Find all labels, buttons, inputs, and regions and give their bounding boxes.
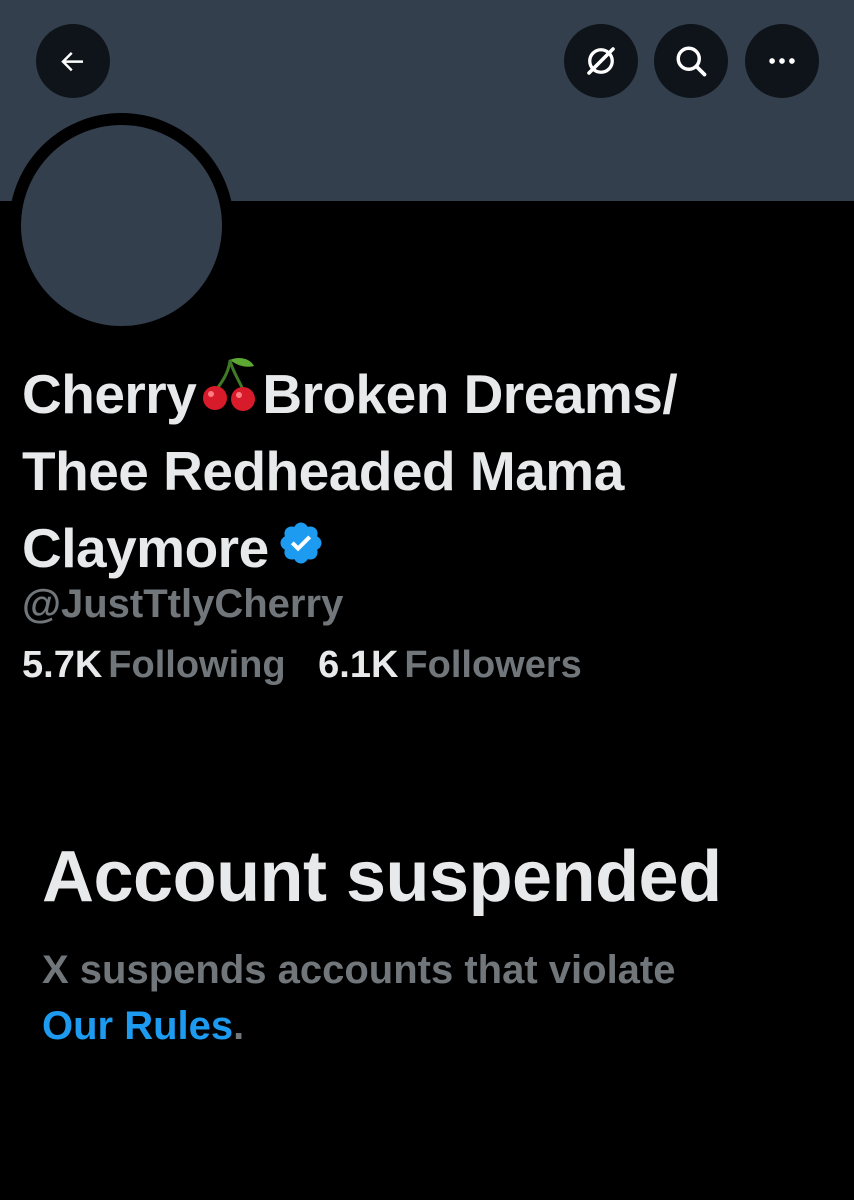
following-label: Following xyxy=(108,644,286,686)
suspended-message: X suspends accounts that violate Our Rul… xyxy=(42,942,832,1054)
more-horizontal-icon xyxy=(769,58,795,64)
profile-handle: @JustTtlyCherry xyxy=(22,582,344,626)
following-count: 5.7K xyxy=(22,644,103,686)
suspended-title: Account suspended xyxy=(42,837,722,917)
verified-badge-icon[interactable] xyxy=(277,510,325,587)
follow-stats: 5.7K Following 6.1K Followers xyxy=(22,644,604,687)
grok-icon xyxy=(587,47,615,75)
display-name-part-3: Claymore xyxy=(22,517,269,579)
arrow-left-icon xyxy=(61,52,83,72)
display-name-part-2: Broken Dreams/ xyxy=(262,363,678,425)
following-stat[interactable]: 5.7K Following xyxy=(22,644,286,686)
our-rules-link[interactable]: Our Rules xyxy=(42,1004,233,1048)
back-button[interactable] xyxy=(36,24,110,98)
search-icon xyxy=(676,46,707,77)
display-name-line-3: Claymore xyxy=(22,510,822,587)
display-name-line-1: Cherry Broken Dreams/ xyxy=(22,356,822,433)
grok-button[interactable] xyxy=(564,24,638,98)
suspended-message-period: . xyxy=(233,1004,245,1048)
display-name: Cherry Broken Dreams/ Thee Redheaded Mam… xyxy=(22,356,822,587)
followers-count: 6.1K xyxy=(318,644,399,686)
display-name-line-2: Thee Redheaded Mama xyxy=(22,440,624,502)
search-button[interactable] xyxy=(654,24,728,98)
followers-stat[interactable]: 6.1K Followers xyxy=(318,644,582,686)
suspended-message-text: X suspends accounts that violate xyxy=(42,948,676,992)
followers-label: Followers xyxy=(404,644,582,686)
cherry-emoji-icon xyxy=(200,355,258,432)
display-name-part-1: Cherry xyxy=(22,363,197,425)
more-button[interactable] xyxy=(745,24,819,98)
avatar[interactable] xyxy=(21,125,222,326)
